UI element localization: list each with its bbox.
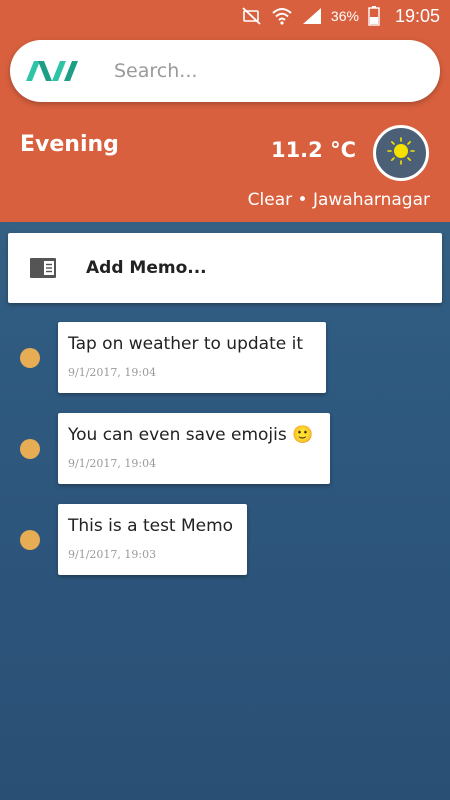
temperature: 11.2 °C	[270, 138, 356, 162]
timeline-dot	[20, 439, 40, 459]
status-bar: 36% 19:05	[0, 0, 450, 32]
timeline-dot	[20, 348, 40, 368]
memo-card[interactable]: Tap on weather to update it 9/1/2017, 19…	[58, 322, 326, 393]
memo-card[interactable]: This is a test Memo 9/1/2017, 19:03	[58, 504, 247, 575]
wifi-icon	[271, 7, 293, 25]
memo-timestamp: 9/1/2017, 19:04	[68, 457, 157, 470]
add-memo-button[interactable]: Add Memo...	[8, 233, 442, 303]
weather-condition: Clear • Jawaharnagar	[247, 190, 430, 210]
signal-icon	[301, 7, 323, 25]
battery-percentage: 36%	[330, 8, 359, 24]
clock: 19:05	[394, 5, 440, 26]
memo-text: You can even save emojis 🙂	[68, 425, 314, 445]
weather-header: Evening 11.2 °C Clear • Jawaharnagar	[0, 32, 450, 222]
memo-text: This is a test Memo	[68, 516, 234, 536]
search-input[interactable]	[112, 59, 416, 83]
memo-text: Tap on weather to update it	[68, 334, 303, 354]
greeting-text: Evening	[20, 132, 119, 157]
mute-icon	[241, 7, 263, 25]
memo-icon	[30, 258, 56, 278]
add-memo-label: Add Memo...	[86, 258, 207, 278]
battery-icon	[363, 6, 385, 26]
app-logo-icon	[24, 59, 80, 83]
memo-card[interactable]: You can even save emojis 🙂 9/1/2017, 19:…	[58, 413, 330, 484]
weather-update-button[interactable]	[373, 125, 429, 181]
search-bar[interactable]	[10, 40, 440, 102]
sun-icon	[386, 136, 416, 170]
memo-timestamp: 9/1/2017, 19:03	[68, 548, 157, 561]
timeline-dot	[20, 530, 40, 550]
memo-timestamp: 9/1/2017, 19:04	[68, 366, 157, 379]
